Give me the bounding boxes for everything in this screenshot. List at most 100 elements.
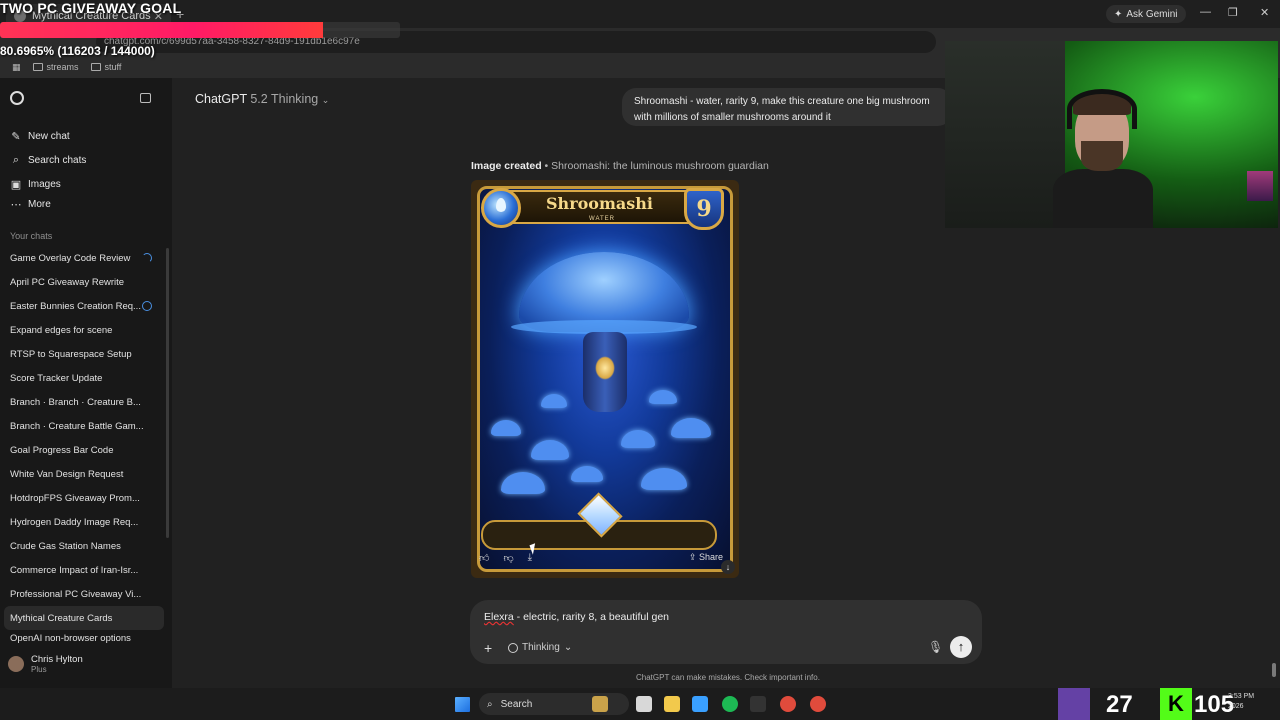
images-button[interactable]: ▣ Images	[10, 172, 86, 196]
giveaway-progress-fill	[0, 22, 323, 38]
share-button[interactable]: ⇪ Share	[689, 552, 723, 563]
screen: Mythical Creature Cards ✕ + ✦ Ask Gemini…	[0, 0, 1280, 720]
minimize-icon[interactable]: —	[1200, 6, 1211, 18]
viewer-count: 27	[1106, 691, 1133, 718]
share-label: Share	[699, 552, 724, 562]
chat-title: Branch · Branch · Creature B...	[10, 396, 141, 408]
chat-item[interactable]: Commerce Impact of Iran-Isr...	[0, 558, 168, 582]
notepad-icon[interactable]	[692, 696, 708, 712]
chat-item[interactable]: Hydrogen Daddy Image Req...	[0, 510, 168, 534]
ask-gemini-label: Ask Gemini	[1126, 8, 1178, 20]
taskbar-app-icon[interactable]	[592, 696, 608, 712]
search-icon: ⌕	[12, 153, 20, 166]
image-caption-text: • Shroomashi: the luminous mushroom guar…	[541, 160, 769, 172]
more-button[interactable]: ⋯ More	[10, 196, 86, 212]
sidebar-toggle-icon[interactable]	[140, 93, 151, 103]
add-attachment-icon[interactable]: +	[484, 640, 492, 656]
chat-item[interactable]: Expand edges for scene	[0, 318, 168, 342]
chrome-active-icon[interactable]	[810, 696, 826, 712]
model-name: ChatGPT	[195, 92, 247, 106]
chat-title: Score Tracker Update	[10, 372, 103, 384]
chat-title: Easter Bunnies Creation Req...	[10, 300, 141, 312]
chat-title: HotdropFPS Giveaway Prom...	[10, 492, 140, 504]
apps-grid-icon[interactable]: ▦	[12, 62, 21, 73]
folder-icon	[90, 63, 101, 71]
chat-item[interactable]: OpenAI non-browser options	[0, 630, 168, 646]
model-version: 5.2 Thinking	[250, 92, 319, 106]
model-selector[interactable]: ChatGPT 5.2 Thinking ⌄	[195, 92, 329, 106]
chat-item[interactable]: Easter Bunnies Creation Req...	[0, 294, 168, 318]
gemini-sparkle-icon: ✦	[1114, 8, 1123, 20]
new-chat-button[interactable]: ✎ New chat	[10, 124, 86, 148]
message-composer[interactable]: Elexra - electric, rarity 8, a beautiful…	[470, 600, 982, 664]
status-ring-icon	[142, 301, 152, 311]
chat-item[interactable]: Game Overlay Code Review	[0, 246, 168, 270]
chrome-icon[interactable]	[780, 696, 796, 712]
task-view-icon[interactable]	[636, 696, 652, 712]
chevron-down-icon: ⌄	[563, 642, 573, 653]
thumbs-down-icon[interactable]: 👎︎	[503, 552, 513, 564]
chat-title: Professional PC Giveaway Vi...	[10, 588, 142, 600]
chat-item[interactable]: HotdropFPS Giveaway Prom...	[0, 486, 168, 510]
thinking-mode-button[interactable]: Thinking ⌄	[508, 642, 572, 653]
chat-list: Game Overlay Code Review April PC Giveaw…	[0, 246, 168, 646]
user-message: Shroomashi - water, rarity 9, make this …	[622, 88, 952, 126]
folder-icon	[32, 63, 43, 71]
composer-input[interactable]: Elexra - electric, rarity 8, a beautiful…	[484, 611, 669, 623]
chat-item[interactable]: Branch · Creature Battle Gam...	[0, 414, 168, 438]
search-chats-label: Search chats	[28, 154, 87, 166]
ask-gemini-button[interactable]: ✦ Ask Gemini	[1106, 5, 1186, 23]
thinking-label: Thinking	[522, 642, 560, 653]
search-chats-button[interactable]: ⌕ Search chats	[10, 148, 86, 172]
chat-item-active[interactable]: Mythical Creature Cards	[4, 606, 164, 630]
chat-item[interactable]: Goal Progress Bar Code	[0, 438, 168, 462]
system-clock[interactable]: 3:53 PM 2026	[1228, 692, 1254, 712]
more-icon: ⋯	[10, 198, 22, 211]
giveaway-progress-bar	[0, 22, 400, 38]
chat-title: Mythical Creature Cards	[10, 612, 113, 624]
user-profile[interactable]: Chris Hylton Plus	[8, 654, 83, 674]
send-button[interactable]: ↑	[950, 636, 972, 658]
chat-item[interactable]: Score Tracker Update	[0, 366, 168, 390]
sidebar-scrollbar[interactable]	[166, 248, 169, 538]
windows-start-icon[interactable]	[455, 697, 470, 712]
microphone-icon[interactable]: 🎙︎	[928, 640, 943, 654]
twitch-icon	[1058, 688, 1090, 720]
download-icon[interactable]: ↓	[721, 560, 735, 574]
bookmark-stuff[interactable]: stuff	[90, 62, 121, 72]
hudfx-icon[interactable]	[750, 696, 766, 712]
bookmark-streams[interactable]: streams	[32, 62, 79, 72]
taskbar: ⌕ Search 27 K 105 3:53 PM 2026	[0, 688, 1280, 720]
maximize-icon[interactable]: ❐	[1228, 6, 1238, 19]
chat-item[interactable]: RTSP to Squarespace Setup	[0, 342, 168, 366]
giveaway-goal-title: TWO PC GIVEAWAY GOAL	[0, 0, 182, 16]
close-window-icon[interactable]: ✕	[1260, 6, 1269, 19]
more-actions-icon[interactable]: ⤓	[528, 552, 532, 564]
headset	[1067, 89, 1137, 129]
chat-item[interactable]: White Van Design Request	[0, 462, 168, 486]
spotify-icon[interactable]	[722, 696, 738, 712]
your-chats-heading: Your chats	[10, 231, 53, 241]
avatar	[8, 656, 24, 672]
card-name: Shroomashi	[546, 194, 653, 213]
chat-item[interactable]: Crude Gas Station Names	[0, 534, 168, 558]
openai-logo-icon[interactable]	[10, 91, 24, 105]
chat-title: White Van Design Request	[10, 468, 124, 480]
webcam-overlay	[945, 41, 1278, 228]
chat-item[interactable]: Professional PC Giveaway Vi...	[0, 582, 168, 606]
main-scrollbar[interactable]	[1272, 663, 1276, 677]
user-plan: Plus	[31, 665, 47, 674]
chat-item[interactable]: Branch · Branch · Creature B...	[0, 390, 168, 414]
streamer-body	[1053, 169, 1153, 228]
background-monitor	[1247, 171, 1273, 201]
chat-item[interactable]: April PC Giveaway Rewrite	[0, 270, 168, 294]
file-explorer-icon[interactable]	[664, 696, 680, 712]
chat-title: RTSP to Squarespace Setup	[10, 348, 132, 360]
image-created-label: Image created	[471, 160, 542, 172]
search-icon: ⌕	[487, 698, 493, 710]
chat-title: Goal Progress Bar Code	[10, 444, 114, 456]
streamer-beard	[1081, 141, 1123, 171]
thumbs-up-icon[interactable]: 👍︎	[479, 552, 489, 564]
generated-card-image[interactable]: Shroomashi WATER 9 👍︎ 👎︎ ⤓ ⇪ Share ↓	[471, 180, 739, 578]
card-rarity: 9	[684, 188, 724, 230]
